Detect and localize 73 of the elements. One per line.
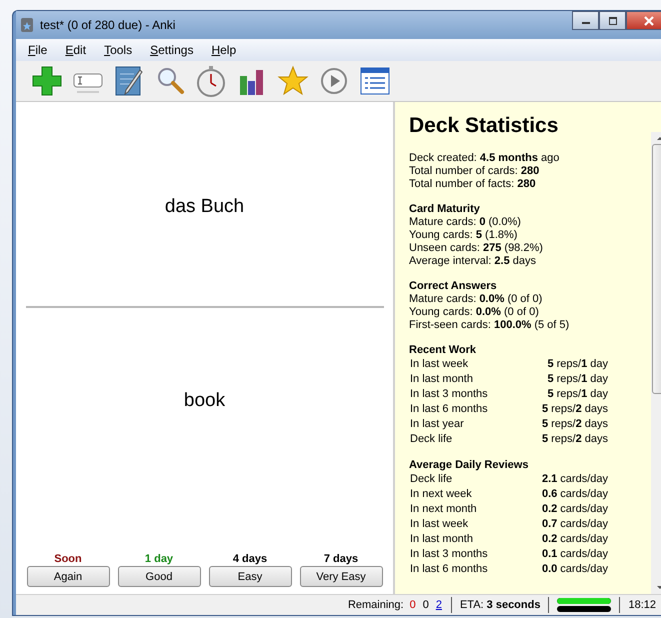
- stat-label: In next week: [410, 487, 473, 502]
- stat-value: 0.0 cards/day: [542, 562, 608, 577]
- stat-line: Young cards: 0.0% (0 of 0): [409, 306, 540, 319]
- interval-label: 7 days: [324, 553, 358, 565]
- stat-value: 5 reps/1 day: [547, 372, 608, 387]
- maximize-button[interactable]: [599, 11, 626, 30]
- menu-item[interactable]: Help: [211, 43, 236, 57]
- section-heading: Average Daily Reviews: [409, 459, 530, 472]
- question-text: das Buch: [164, 196, 244, 218]
- remaining-label: Remaining:: [348, 599, 404, 611]
- stat-label: In last year: [410, 417, 465, 432]
- window-title: test* (0 of 280 due) - Anki: [40, 18, 176, 32]
- stat-label: In last 3 months: [410, 547, 489, 562]
- app-icon: [20, 17, 34, 33]
- answer-button[interactable]: Easy: [208, 566, 292, 587]
- eta-text: ETA: 3 seconds: [460, 599, 540, 611]
- stat-value: 0.2 cards/day: [542, 532, 608, 547]
- stat-label: In last month: [410, 532, 474, 547]
- remaining-count: 0: [408, 599, 417, 611]
- menu-item[interactable]: Settings: [150, 43, 194, 57]
- stat-value: 5 reps/1 day: [547, 387, 608, 402]
- answer-button[interactable]: Again: [26, 566, 110, 587]
- stat-label: In last 3 months: [410, 387, 489, 402]
- answer-button[interactable]: Very Easy: [300, 566, 382, 587]
- stat-label: In next month: [410, 502, 478, 517]
- interval-label: Soon: [54, 553, 82, 565]
- remaining-count: 0: [422, 599, 430, 611]
- stat-line: Unseen cards: 275 (98.2%): [409, 242, 544, 255]
- stat-value: 5 reps/2 days: [542, 417, 608, 432]
- stat-line: Deck created: 4.5 months ago: [409, 152, 560, 165]
- section-heading: Card Maturity: [409, 203, 481, 216]
- stat-label: Deck life: [410, 472, 454, 487]
- stat-label: Deck life: [410, 432, 454, 447]
- menu-item[interactable]: Tools: [104, 43, 132, 57]
- stat-line: Mature cards: 0 (0.0%): [409, 216, 522, 229]
- interval-label: 4 days: [232, 553, 268, 565]
- stat-line: Mature cards: 0.0% (0 of 0): [409, 293, 544, 306]
- stat-value: 0.1 cards/day: [542, 547, 608, 562]
- close-button[interactable]: [626, 11, 661, 30]
- close-icon: [643, 16, 655, 26]
- stat-line: Average interval: 2.5 days: [409, 255, 537, 268]
- answer-button[interactable]: Good: [118, 566, 200, 587]
- stat-value: 2.1 cards/day: [542, 472, 608, 487]
- section-heading: Recent Work: [409, 344, 478, 357]
- menu-item[interactable]: Edit: [65, 43, 86, 57]
- menu-item[interactable]: File: [28, 43, 48, 57]
- remaining-count: 2: [434, 599, 443, 611]
- stat-line: Total number of facts: 280: [409, 178, 537, 191]
- clock-time: 18:12: [628, 599, 656, 611]
- stopwatch-icon[interactable]: [194, 64, 228, 98]
- progress-bar: [557, 598, 612, 612]
- stat-value: 0.2 cards/day: [542, 502, 608, 517]
- stat-line: First-seen cards: 100.0% (5 of 5): [409, 319, 570, 332]
- stat-value: 5 reps/1 day: [547, 357, 608, 372]
- stat-label: In last week: [410, 517, 470, 532]
- star-icon[interactable]: [276, 64, 310, 98]
- stat-line: Total number of cards: 280: [409, 165, 540, 178]
- stat-value: 0.6 cards/day: [542, 487, 608, 502]
- stat-line: Young cards: 5 (1.8%): [409, 229, 518, 242]
- answer-text: book: [184, 390, 226, 412]
- stat-value: 5 reps/2 days: [542, 402, 608, 417]
- panel-title: Deck Statistics: [409, 114, 560, 138]
- stat-label: In last 6 months: [410, 402, 489, 417]
- stat-label: In last week: [410, 357, 470, 372]
- stat-label: In last month: [410, 372, 474, 387]
- maximize-icon: [608, 16, 618, 24]
- stat-label: In last 6 months: [410, 562, 489, 577]
- interval-label: 1 day: [144, 553, 174, 565]
- stat-value: 0.7 cards/day: [542, 517, 608, 532]
- stat-value: 5 reps/2 days: [542, 432, 608, 447]
- plus-icon[interactable]: [30, 64, 64, 98]
- minimize-button[interactable]: [572, 11, 599, 30]
- section-heading: Correct Answers: [409, 280, 498, 293]
